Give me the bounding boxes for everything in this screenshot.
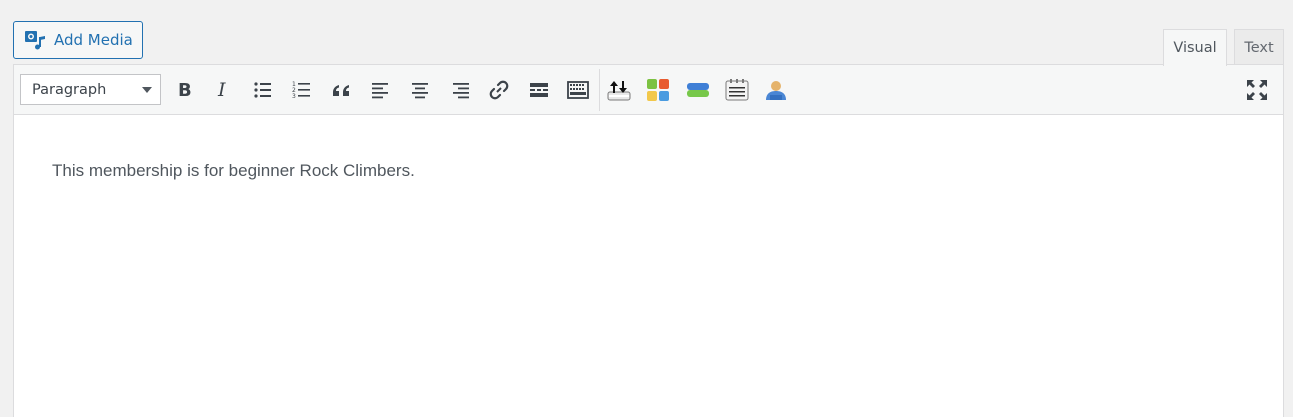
blockquote-button[interactable] (326, 75, 356, 105)
italic-icon: I (217, 80, 226, 100)
blockquote-icon (333, 85, 349, 96)
align-left-icon (372, 83, 388, 99)
align-right-button[interactable] (445, 75, 475, 105)
bulleted-list-button[interactable] (248, 75, 278, 105)
numbered-list-button[interactable]: 1 2 3 (287, 75, 317, 105)
upload-arrows-icon (607, 81, 631, 101)
fullscreen-button[interactable] (1242, 75, 1272, 105)
toolbar-separator (599, 69, 600, 111)
notepad-icon (725, 79, 749, 101)
bold-icon: B (178, 80, 192, 100)
align-center-button[interactable] (405, 75, 435, 105)
bold-button[interactable]: B (169, 75, 199, 105)
color-blocks-icon (647, 79, 669, 101)
read-more-button[interactable] (524, 75, 554, 105)
italic-button[interactable]: I (208, 75, 238, 105)
toolbar-toggle-button[interactable] (563, 75, 593, 105)
add-media-button[interactable]: Add Media (13, 21, 143, 59)
chevron-down-icon (142, 87, 152, 93)
editor-content[interactable]: This membership is for beginner Rock Cli… (52, 161, 415, 181)
toolbar-toggle-icon (567, 81, 589, 99)
color-blocks-button[interactable] (643, 75, 673, 105)
bulleted-list-icon (254, 82, 271, 98)
align-center-icon (412, 83, 428, 99)
editor-toolbar: Paragraph B I 1 2 3 (14, 65, 1283, 115)
format-select-value: Paragraph (32, 81, 107, 98)
layers-icon (687, 83, 709, 97)
add-media-label: Add Media (54, 31, 133, 49)
media-camera-music-icon (25, 31, 45, 50)
align-left-button[interactable] (366, 75, 396, 105)
fullscreen-icon (1247, 80, 1267, 100)
tab-visual[interactable]: Visual (1163, 29, 1227, 66)
read-more-icon (530, 83, 548, 97)
notepad-button[interactable] (722, 75, 752, 105)
svg-text:I: I (217, 80, 226, 100)
user-icon (766, 81, 786, 100)
insert-link-button[interactable] (484, 75, 514, 105)
numbered-list-icon: 1 2 3 (292, 81, 310, 100)
user-button[interactable] (761, 75, 791, 105)
svg-text:3: 3 (292, 93, 296, 100)
editor-container: Paragraph B I 1 2 3 This membership is f… (13, 64, 1284, 417)
svg-text:B: B (178, 80, 192, 100)
tab-text[interactable]: Text (1234, 29, 1284, 65)
format-select[interactable]: Paragraph (20, 74, 161, 105)
upload-button[interactable] (604, 75, 634, 105)
layers-button[interactable] (683, 75, 713, 105)
link-icon (489, 80, 509, 100)
align-right-icon (453, 83, 469, 99)
